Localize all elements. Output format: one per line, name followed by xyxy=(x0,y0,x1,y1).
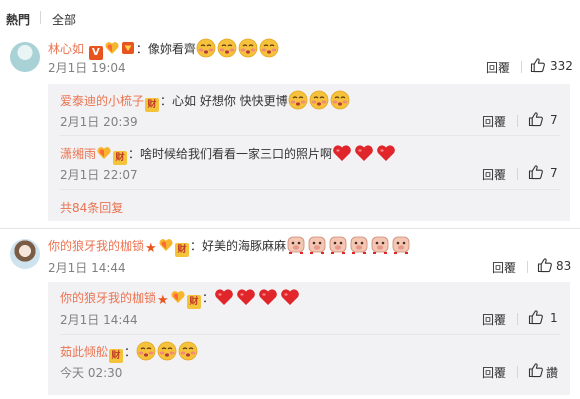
star-badge-icon: ★ xyxy=(145,241,157,256)
reply-time: 2月1日 14:44 xyxy=(60,313,138,327)
avatar[interactable] xyxy=(10,42,40,72)
reply-separator: ： xyxy=(124,345,137,359)
like-count: 83 xyxy=(556,259,572,273)
like-count: 7 xyxy=(550,113,558,127)
reply-line: 茹此倾舩财： xyxy=(60,341,199,363)
action-divider xyxy=(517,313,518,325)
reply-line: 潇缃雨 财：啥时候给我们看看一家三口的照片啊 xyxy=(60,144,398,165)
comment-time: 2月1日 14:44 xyxy=(48,261,126,275)
pig-emoji-icon xyxy=(349,235,369,255)
avatar[interactable] xyxy=(10,239,40,269)
reply-username[interactable]: 潇缃雨 xyxy=(60,147,96,161)
comment-username[interactable]: 你的狼牙我的枷锁 xyxy=(48,239,144,253)
reply-time: 2月1日 22:07 xyxy=(60,168,138,182)
star-badge-icon: ★ xyxy=(157,293,169,308)
reply-text: 啥时候给我们看看一家三口的照片啊 xyxy=(140,147,333,161)
verified-badge-icon: V xyxy=(88,46,103,60)
comment-separator: ： xyxy=(135,42,148,56)
reply-button[interactable]: 回覆 xyxy=(482,364,506,381)
reply-username[interactable]: 爱泰迪的小梳子 xyxy=(60,94,144,108)
wealth-badge-icon: 财 xyxy=(109,349,124,363)
like-count: 7 xyxy=(550,166,558,180)
vip-heart-badge-icon xyxy=(97,146,111,160)
blush-emoji-icon xyxy=(288,90,308,110)
reply-divider xyxy=(60,135,560,136)
reply-button[interactable]: 回覆 xyxy=(482,311,506,328)
reply-button[interactable]: 回覆 xyxy=(486,59,510,76)
like-thumb-icon[interactable] xyxy=(528,111,544,127)
action-divider xyxy=(517,366,518,378)
like-thumb-icon[interactable] xyxy=(528,309,544,325)
vip-heart-badge-icon xyxy=(171,290,185,304)
reply-separator: ： xyxy=(202,291,215,305)
reply-separator: ： xyxy=(128,147,141,161)
like-thumb-icon[interactable] xyxy=(530,57,546,73)
like-count: 讚 xyxy=(546,366,559,380)
comment-text: 像妳看齊 xyxy=(147,42,196,56)
comment-line: 你的狼牙我的枷锁★ 财：好美的海豚麻麻 xyxy=(48,235,412,257)
wealth-badge-icon: 财 xyxy=(175,243,190,257)
reply-username[interactable]: 茹此倾舩 xyxy=(60,345,108,359)
red-heart-icon xyxy=(376,144,396,162)
blush-emoji-icon xyxy=(196,38,216,58)
comment-text: 好美的海豚麻麻 xyxy=(202,239,287,253)
blush-emoji-icon xyxy=(217,38,237,58)
blush-emoji-icon xyxy=(259,38,279,58)
pig-emoji-icon xyxy=(391,235,411,255)
like-thumb-icon[interactable] xyxy=(528,362,544,378)
comment-divider xyxy=(0,228,580,229)
blush-emoji-icon xyxy=(309,90,329,110)
reply-divider xyxy=(60,334,560,335)
reply-separator: ： xyxy=(160,94,173,108)
action-divider xyxy=(521,61,522,73)
red-heart-icon xyxy=(354,144,374,162)
pig-emoji-icon xyxy=(307,235,327,255)
filter-divider xyxy=(40,11,41,24)
reply-button[interactable]: 回覆 xyxy=(482,166,506,183)
blush-emoji-icon xyxy=(136,341,156,361)
filter-all-tab[interactable]: 全部 xyxy=(52,11,76,28)
like-thumb-icon[interactable] xyxy=(537,257,553,273)
reply-button[interactable]: 回覆 xyxy=(492,259,516,276)
red-heart-icon xyxy=(280,288,300,306)
reply-time: 2月1日 20:39 xyxy=(60,115,138,129)
comment-filter-bar: 熱門 全部 xyxy=(0,0,580,36)
red-heart-icon xyxy=(214,288,234,306)
reply-button[interactable]: 回覆 xyxy=(482,113,506,130)
blush-emoji-icon xyxy=(330,90,350,110)
pig-emoji-icon xyxy=(328,235,348,255)
reply-line: 你的狼牙我的枷锁★ 财： xyxy=(60,288,302,309)
reply-username[interactable]: 你的狼牙我的枷锁 xyxy=(60,291,156,305)
like-count: 332 xyxy=(550,59,573,73)
pig-emoji-icon xyxy=(370,235,390,255)
blush-emoji-icon xyxy=(178,341,198,361)
blush-emoji-icon xyxy=(157,341,177,361)
reply-divider xyxy=(60,189,560,190)
wealth-badge-icon: 财 xyxy=(187,295,202,309)
more-replies-link[interactable]: 共84条回复 xyxy=(60,199,123,216)
reply-text: 心如 好想你 快快更博 xyxy=(172,94,288,108)
like-count: 1 xyxy=(550,311,558,325)
vip-heart-badge-icon xyxy=(159,238,173,252)
comment-time: 2月1日 19:04 xyxy=(48,61,126,75)
like-thumb-icon[interactable] xyxy=(528,164,544,180)
pig-emoji-icon xyxy=(286,235,306,255)
filter-hot-tab[interactable]: 熱門 xyxy=(6,11,30,28)
action-divider xyxy=(527,261,528,273)
action-divider xyxy=(517,115,518,127)
reply-line: 爱泰迪的小梳子财：心如 好想你 快快更博 xyxy=(60,90,351,112)
wealth-badge-icon: 财 xyxy=(113,151,128,165)
comment-username[interactable]: 林心如 xyxy=(48,42,84,56)
red-heart-icon xyxy=(236,288,256,306)
comment-line: 林心如 V ：像妳看齊 xyxy=(48,38,280,60)
vip-heart-badge-icon xyxy=(105,41,119,55)
member-badge-icon xyxy=(121,41,135,55)
red-heart-icon xyxy=(332,144,352,162)
blush-emoji-icon xyxy=(238,38,258,58)
red-heart-icon xyxy=(258,288,278,306)
action-divider xyxy=(517,168,518,180)
wealth-badge-icon: 财 xyxy=(145,98,160,112)
comment-separator: ： xyxy=(190,239,203,253)
reply-time: 今天 02:30 xyxy=(60,366,123,380)
